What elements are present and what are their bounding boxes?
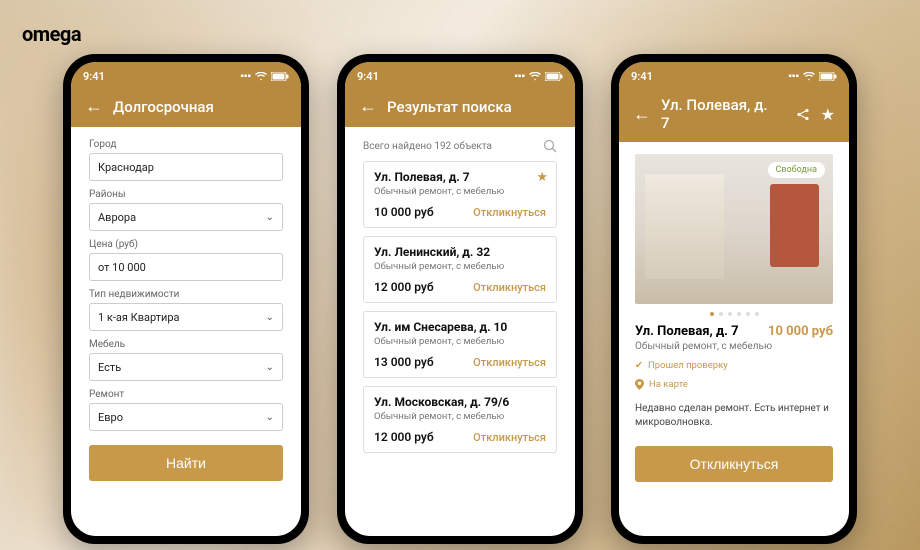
search-button[interactable]: Найти [89, 445, 283, 481]
carousel-dots[interactable] [635, 312, 833, 316]
search-icon[interactable] [543, 139, 557, 153]
result-card[interactable]: Ул. Московская, д. 79/6 Обычный ремонт, с… [363, 386, 557, 453]
result-title: Ул. им Снесарева, д. 10 [374, 320, 546, 334]
status-time: 9:41 [631, 70, 653, 83]
wifi-icon [529, 72, 541, 81]
result-subtitle: Обычный ремонт, с мебелью [374, 261, 546, 272]
result-card[interactable]: Ул. им Снесарева, д. 10 Обычный ремонт, с… [363, 311, 557, 378]
results-list: ★Ул. Полевая, д. 7 Обычный ремонт, с мебе… [363, 161, 557, 453]
phone-frame-3: 9:41 ▪▪▪ ← Ул. Полевая, д. 7 ★ Свободна [611, 54, 857, 544]
listing-price: 10 000 руб [768, 324, 833, 339]
listing-heading: Ул. Полевая, д. 7 [635, 324, 739, 339]
status-icons: ▪▪▪ [788, 71, 837, 82]
type-select[interactable]: 1 к-ая Квартира⌄ [89, 303, 283, 331]
result-title: Ул. Ленинский, д. 32 [374, 245, 546, 259]
result-subtitle: Обычный ремонт, с мебелью [374, 336, 546, 347]
map-link[interactable]: На карте [635, 379, 833, 390]
result-price: 10 000 руб [374, 205, 434, 219]
result-price: 13 000 руб [374, 355, 434, 369]
chevron-down-icon: ⌄ [266, 362, 274, 373]
screen-title: Результат поиска [387, 98, 512, 116]
back-icon[interactable]: ← [633, 104, 651, 125]
listing-photo[interactable]: Свободна [635, 154, 833, 304]
check-icon: ✔ [635, 360, 643, 371]
app-bar: ← Ул. Полевая, д. 7 ★ [619, 90, 849, 142]
district-label: Районы [89, 189, 283, 200]
result-price: 12 000 руб [374, 280, 434, 294]
respond-link[interactable]: Откликнуться [473, 356, 546, 369]
wifi-icon [803, 72, 815, 81]
result-price: 12 000 руб [374, 430, 434, 444]
respond-link[interactable]: Откликнуться [473, 281, 546, 294]
status-time: 9:41 [357, 70, 379, 83]
app-bar: ← Долгосрочная [71, 90, 301, 127]
status-bar: 9:41 ▪▪▪ [345, 62, 575, 90]
phone-frame-2: 9:41 ▪▪▪ ← Результат поиска Всего найден… [337, 54, 583, 544]
result-subtitle: Обычный ремонт, с мебелью [374, 411, 546, 422]
results-summary: Всего найдено 192 объекта [363, 141, 492, 152]
battery-icon [819, 72, 837, 81]
chevron-down-icon: ⌄ [266, 312, 274, 323]
price-input[interactable]: от 10 000 [89, 253, 283, 281]
screen-title: Ул. Полевая, д. 7 [661, 96, 776, 132]
screen-title: Долгосрочная [113, 98, 214, 116]
city-label: Город [89, 139, 283, 150]
respond-button[interactable]: Откликнуться [635, 446, 833, 482]
chevron-down-icon: ⌄ [266, 212, 274, 223]
wifi-icon [255, 72, 267, 81]
result-title: Ул. Полевая, д. 7 [374, 170, 546, 184]
app-bar: ← Результат поиска [345, 90, 575, 127]
respond-link[interactable]: Откликнуться [473, 206, 546, 219]
status-bar: 9:41 ▪▪▪ [619, 62, 849, 90]
status-icons: ▪▪▪ [514, 71, 563, 82]
price-label: Цена (руб) [89, 239, 283, 250]
status-time: 9:41 [83, 70, 105, 83]
star-icon[interactable]: ★ [536, 170, 548, 185]
result-subtitle: Обычный ремонт, с мебелью [374, 186, 546, 197]
furniture-label: Мебель [89, 339, 283, 350]
respond-link[interactable]: Откликнуться [473, 431, 546, 444]
district-select[interactable]: Аврора⌄ [89, 203, 283, 231]
listing-subtitle: Обычный ремонт, с мебелью [635, 341, 833, 352]
type-label: Тип недвижимости [89, 289, 283, 300]
chevron-down-icon: ⌄ [266, 412, 274, 423]
battery-icon [545, 72, 563, 81]
back-icon[interactable]: ← [85, 96, 103, 117]
status-badge: Свободна [768, 162, 825, 178]
battery-icon [271, 72, 289, 81]
signal-icon: ▪▪▪ [514, 71, 525, 82]
favorite-icon[interactable]: ★ [821, 105, 835, 124]
city-input[interactable]: Краснодар [89, 153, 283, 181]
phone-row: 9:41 ▪▪▪ ← Долгосрочная Город [0, 54, 920, 544]
furniture-select[interactable]: Есть⌄ [89, 353, 283, 381]
result-card[interactable]: Ул. Ленинский, д. 32 Обычный ремонт, с ме… [363, 236, 557, 303]
back-icon[interactable]: ← [359, 96, 377, 117]
brand-logo: omega [22, 22, 81, 46]
status-icons: ▪▪▪ [240, 71, 289, 82]
verified-row[interactable]: ✔ Прошел проверку [635, 360, 833, 371]
signal-icon: ▪▪▪ [240, 71, 251, 82]
pin-icon [635, 379, 644, 390]
phone-frame-1: 9:41 ▪▪▪ ← Долгосрочная Город [63, 54, 309, 544]
status-bar: 9:41 ▪▪▪ [71, 62, 301, 90]
signal-icon: ▪▪▪ [788, 71, 799, 82]
result-title: Ул. Московская, д. 79/6 [374, 395, 546, 409]
listing-description: Недавно сделан ремонт. Есть интернет и м… [635, 402, 833, 430]
renovation-label: Ремонт [89, 389, 283, 400]
share-icon[interactable] [796, 107, 811, 122]
renovation-select[interactable]: Евро⌄ [89, 403, 283, 431]
result-card[interactable]: ★Ул. Полевая, д. 7 Обычный ремонт, с мебе… [363, 161, 557, 228]
